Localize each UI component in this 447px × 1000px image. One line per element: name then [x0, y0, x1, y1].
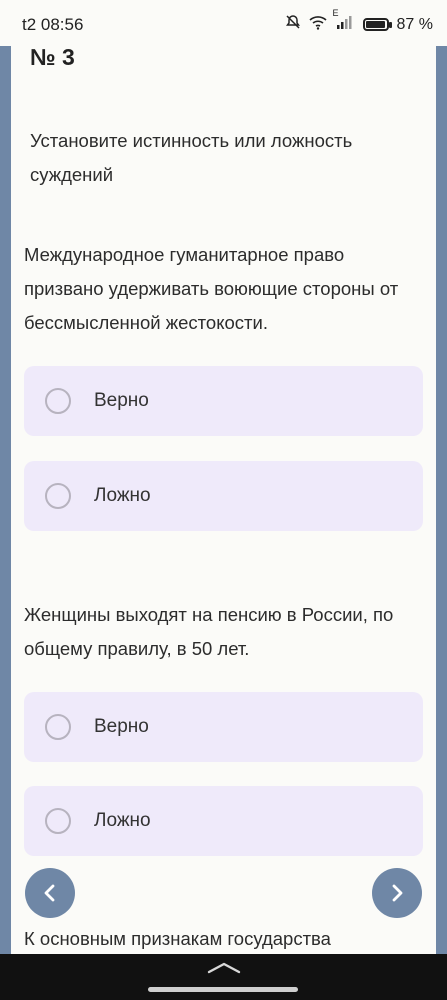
battery-icon [362, 18, 392, 31]
statement-1: Международное гуманитарное право призван… [24, 244, 399, 333]
option-label: Ложно [94, 810, 151, 831]
radio-button[interactable] [45, 808, 71, 834]
statement-1-option-true[interactable]: Верно [24, 366, 423, 436]
chevron-up-icon[interactable] [207, 962, 241, 974]
option-label: Верно [94, 390, 149, 411]
home-gesture-handle[interactable] [148, 987, 298, 992]
system-navigation-bar [0, 954, 447, 1000]
radio-button[interactable] [45, 714, 71, 740]
battery-percent: 87 % [396, 15, 433, 33]
status-icons: E 87 % [285, 8, 433, 35]
question-instruction: Установите истинность или ложность сужде… [30, 130, 353, 185]
statement-2-option-false[interactable]: Ложно [24, 786, 423, 856]
network-type-label: E [332, 8, 339, 18]
option-label: Ложно [94, 485, 151, 506]
chevron-left-icon [44, 884, 55, 902]
option-label: Верно [94, 716, 149, 737]
signal-icon: E [333, 8, 355, 35]
chevron-right-icon [392, 884, 403, 902]
bell-off-icon [285, 14, 301, 35]
statement-2-option-true[interactable]: Верно [24, 692, 423, 762]
statement-2: Женщины выходят на пенсию в России, по о… [24, 604, 394, 659]
prev-button[interactable] [25, 868, 75, 918]
wifi-icon [308, 14, 327, 35]
next-statement-text: К основным признакам государства [24, 928, 331, 949]
question-card: № 3 Установите истинность или ложность с… [11, 0, 436, 1000]
radio-button[interactable] [45, 483, 71, 509]
radio-button[interactable] [45, 388, 71, 414]
statement-1-option-false[interactable]: Ложно [24, 461, 423, 531]
question-number: № 3 [30, 44, 75, 70]
status-time: t2 08:56 [22, 15, 84, 34]
next-button[interactable] [372, 868, 422, 918]
status-bar: t2 08:56 E 87 % [0, 0, 447, 46]
